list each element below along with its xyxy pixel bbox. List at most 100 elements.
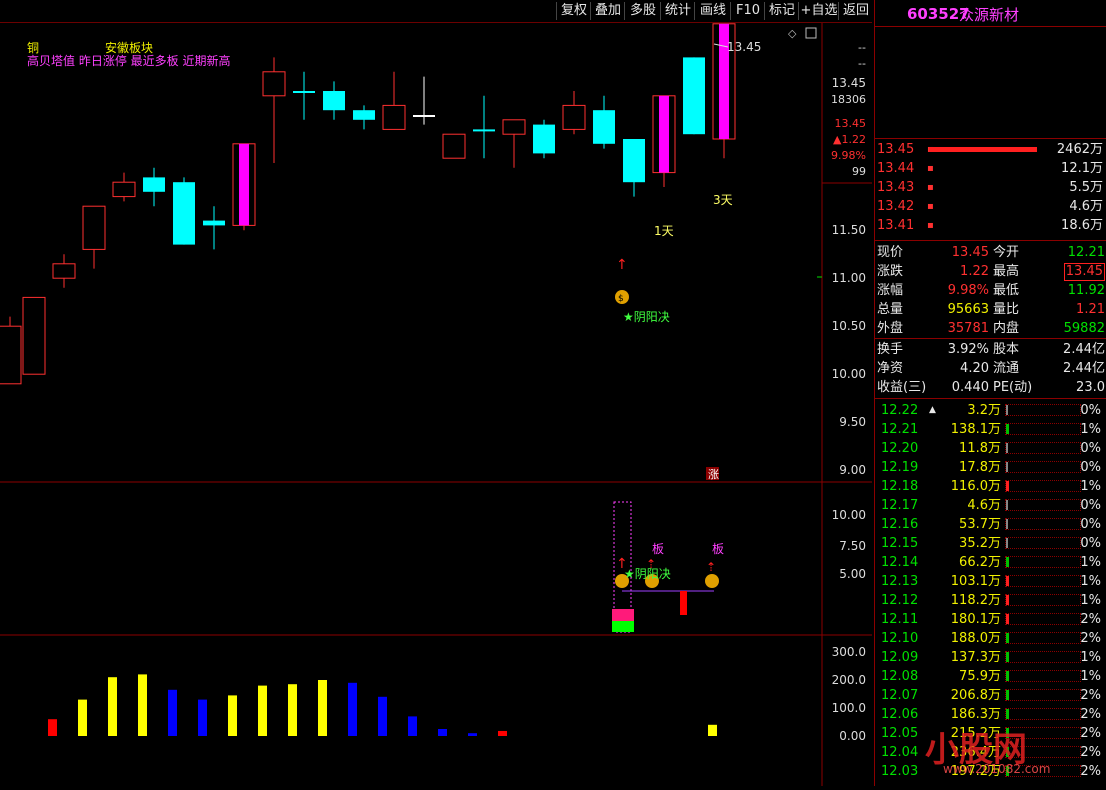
ask-row[interactable]: 13.45▪2462万 [875,140,1106,159]
volume-bar [708,724,717,736]
square-icon[interactable] [805,27,817,39]
volume-bar [378,696,387,736]
add-watchlist-button[interactable]: +自选 [798,2,839,20]
candle-body[interactable] [143,177,165,192]
candle-body[interactable] [683,57,705,135]
distribution-row[interactable]: 12.21 138.1万 1% [875,420,1106,439]
volume-bar [468,733,477,736]
dist-bar [1006,557,1009,567]
indicator-label-copper: 铜 [27,40,39,55]
dist-bar-frame [1005,537,1081,549]
distribution-row[interactable]: 12.07 206.8万 2% [875,686,1106,705]
dist-bar [1006,709,1010,719]
distribution-row[interactable]: 12.15 35.2万 0% [875,534,1106,553]
multi-stock-button[interactable]: 多股 [624,2,661,20]
distribution-row[interactable]: 12.11 180.1万 2% [875,610,1106,629]
draw-line-button[interactable]: 画线 [694,2,731,20]
f10-button[interactable]: F10 [730,2,765,20]
dist-volume: 188.0万 [950,631,1001,646]
dist-bar [1006,614,1010,624]
vol-tick: 200.0 [832,673,866,687]
dist-bar-frame [1005,480,1081,492]
distribution-row[interactable]: 12.08 75.9万 1% [875,667,1106,686]
dist-volume: 75.9万 [959,669,1001,684]
overlay-button[interactable]: 叠加 [590,2,625,20]
back-button[interactable]: 返回 [838,2,873,20]
dist-volume: 11.8万 [959,441,1001,456]
dist-price: 12.22 [881,403,919,418]
ask-price: 13.42 [877,199,915,214]
quote-label: 最高 [993,264,1020,279]
dist-pct: 1% [1080,593,1101,608]
candle-body[interactable] [262,71,286,97]
quote-label: 外盘 [877,321,904,336]
candle-body[interactable] [382,104,406,130]
distribution-row[interactable]: 12.09 137.3万 1% [875,648,1106,667]
diamond-icon[interactable]: ◇ [788,27,797,40]
candle-body[interactable] [623,139,645,183]
distribution-row[interactable]: 12.18 116.0万 1% [875,477,1106,496]
quote-value: 9.98% [947,283,989,298]
candle-body[interactable] [173,182,195,245]
distribution-row[interactable]: 12.20 11.8万 0% [875,439,1106,458]
candle-body[interactable] [473,129,495,132]
candle-body[interactable] [0,325,22,385]
ask-row[interactable]: 13.41 ▪ 18.6万 [875,216,1106,235]
kline-chart[interactable]: 铜 安徽板块 高贝塔值 昨日涨停 最近多板 近期新高 ◇ 11.50 11.00… [0,23,872,786]
candle-body[interactable] [293,91,315,93]
dist-bar [1006,671,1009,681]
distribution-row[interactable]: 12.12 118.2万 1% [875,591,1106,610]
dist-price: 12.17 [881,498,919,513]
candle-body[interactable] [562,104,586,130]
indicator-label-sector: 安徽板块 [105,40,153,55]
distribution-row[interactable]: 12.14 66.2万 1% [875,553,1106,572]
fuquan-button[interactable]: 复权 [556,2,591,20]
dist-bar-frame [1005,556,1081,568]
ask-volume: 4.6万 [1069,199,1103,214]
candle-body[interactable] [442,133,466,159]
candle-body[interactable] [413,115,435,117]
candle-body[interactable] [22,296,46,375]
volume-bar [198,699,207,736]
chart-area[interactable]: 铜 安徽板块 高贝塔值 昨日涨停 最近多板 近期新高 ◇ 11.50 11.00… [0,23,872,786]
distribution-row[interactable]: 12.19 17.8万 0% [875,458,1106,477]
vol-tick: 0.00 [839,729,866,743]
candle-body[interactable] [323,91,345,111]
dist-pct: 2% [1080,631,1101,646]
ask-price: 13.43 [877,180,915,195]
candle-body[interactable] [593,110,615,144]
distribution-row[interactable]: 12.13 103.1万 1% [875,572,1106,591]
distribution-row[interactable]: 12.22 ▲ 3.2万 0% [875,401,1106,420]
candle-body[interactable] [502,119,526,135]
stats-button[interactable]: 统计 [660,2,695,20]
ask-dot: ▪ [927,163,934,174]
candle-body[interactable] [353,110,375,120]
dist-price: 12.08 [881,669,919,684]
fund-label: 换手 [877,342,904,357]
candle-body[interactable] [82,205,106,250]
candle-body[interactable] [52,263,76,279]
distribution-row[interactable]: 12.17 4.6万 0% [875,496,1106,515]
ask-dot: ▪ [927,182,934,193]
dist-price: 12.19 [881,460,919,475]
dist-bar [1006,424,1009,434]
ask-row[interactable]: 13.44 ▪ 12.1万 [875,159,1106,178]
quote-row: 总量 95663 量比 1.21 [875,300,1106,319]
quote-value: 1.21 [1076,302,1105,317]
quote-label: 量比 [993,302,1020,317]
fund-label: 净资 [877,361,904,376]
limit-up-fill [659,95,669,173]
ask-row[interactable]: 13.43 ▪ 5.5万 [875,178,1106,197]
quote-label: 总量 [877,302,904,317]
dist-pct: 1% [1080,555,1101,570]
candle-body[interactable] [112,181,136,198]
dist-bar [1006,538,1008,548]
distribution-row[interactable]: 12.10 188.0万 2% [875,629,1106,648]
candle-body[interactable] [533,124,555,154]
fund-label: 流通 [993,361,1020,376]
distribution-row[interactable]: 12.16 53.7万 0% [875,515,1106,534]
candle-body[interactable] [203,220,225,226]
mark-button[interactable]: 标记 [764,2,799,20]
ask-row[interactable]: 13.42 ▪ 4.6万 [875,197,1106,216]
dist-bar [1006,633,1010,643]
